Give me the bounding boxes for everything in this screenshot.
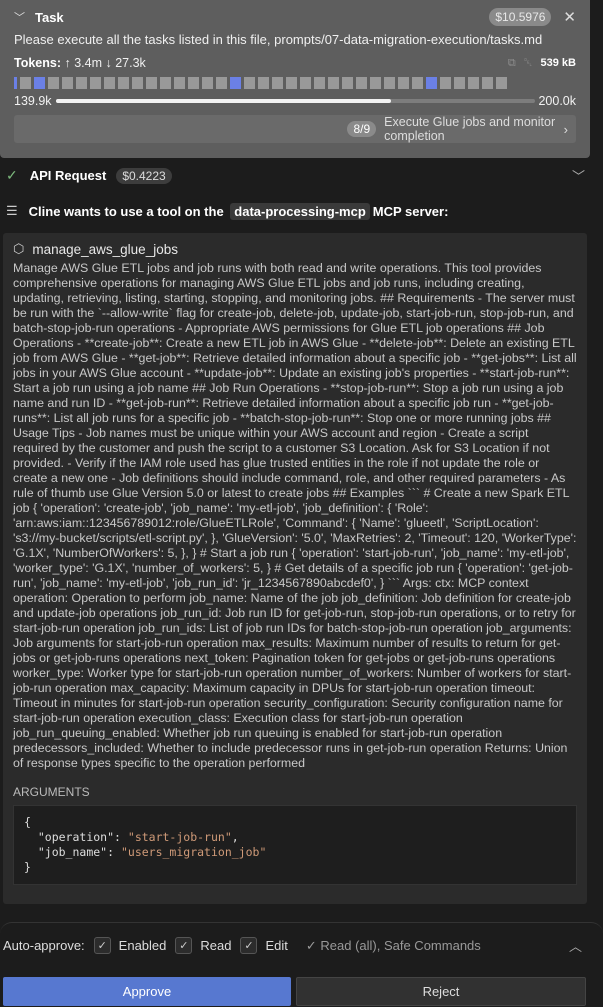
context-segment — [398, 77, 409, 89]
context-segment — [384, 77, 395, 89]
context-bar — [55, 99, 536, 103]
context-segment — [440, 77, 451, 89]
context-segment — [160, 77, 171, 89]
code-brace: { — [24, 815, 31, 829]
subtask-progress[interactable]: 8/9 Execute Glue jobs and monitor comple… — [14, 115, 576, 143]
context-segment — [272, 77, 283, 89]
api-request-row[interactable]: ✓ API Request $0.4223 ﹀ — [6, 166, 585, 185]
mcp-prefix: Cline wants to use a tool on the — [28, 203, 224, 219]
chevron-down-icon[interactable]: ﹀ — [14, 9, 25, 25]
mcp-suffix: MCP server: — [372, 203, 449, 219]
task-title: Task — [35, 9, 64, 25]
tokens-row: Tokens: ↑ 3.4m ↓ 27.3k ⧉ ␡ 539 kB — [14, 56, 576, 70]
task-panel: ﹀ Task $10.5976 ✕ Please execute all the… — [0, 0, 590, 158]
code-value: "start-job-run" — [127, 830, 232, 844]
context-segment — [174, 77, 185, 89]
auto-approve-label: Auto-approve: — [3, 938, 85, 953]
context-segment — [188, 77, 199, 89]
tool-name: manage_aws_glue_jobs — [32, 241, 178, 257]
mcp-header: ☰ Cline wants to use a tool on the data-… — [6, 202, 449, 220]
context-segment — [118, 77, 129, 89]
check-icon: ✓ — [6, 167, 18, 183]
trash-icon[interactable]: ␡ — [524, 57, 533, 70]
context-segment — [14, 77, 17, 89]
subtask-count: 8/9 — [347, 121, 377, 137]
context-segment — [230, 77, 241, 89]
context-segment — [412, 77, 423, 89]
context-segment — [104, 77, 115, 89]
checkbox-read[interactable]: ✓ — [175, 937, 193, 954]
subtask-label: Execute Glue jobs and monitor completion — [384, 115, 556, 143]
auto-approve-summary: ✓ Read (all), Safe Commands — [305, 937, 481, 953]
task-text: Please execute all the tasks listed in t… — [14, 32, 543, 47]
context-segment — [62, 77, 73, 89]
tool-card: ⬡ manage_aws_glue_jobs Manage AWS Glue E… — [3, 233, 587, 904]
checkbox-label: Read — [200, 938, 232, 953]
context-segment — [482, 77, 493, 89]
code-key: "job_name" — [37, 845, 108, 859]
chevron-up-icon[interactable]: ︿ — [569, 936, 582, 955]
arguments-code: { "operation": "start-job-run", "job_nam… — [13, 805, 577, 885]
chevron-down-icon[interactable]: ﹀ — [572, 166, 585, 185]
task-size: 539 kB — [540, 57, 576, 69]
context-segment — [286, 77, 297, 89]
context-segment — [496, 77, 507, 89]
context-segment — [90, 77, 101, 89]
context-segment — [132, 77, 143, 89]
checkbox-label: Edit — [265, 938, 288, 953]
code-brace: } — [24, 860, 31, 874]
mcp-server-name: data-processing-mcp — [230, 202, 370, 220]
arguments-label: ARGUMENTS — [13, 785, 90, 799]
context-bar-fill — [55, 99, 392, 103]
checkbox-label: Enabled — [118, 938, 167, 953]
context-segment — [20, 77, 31, 89]
close-icon[interactable]: ✕ — [563, 8, 576, 26]
context-segment — [356, 77, 367, 89]
context-segment — [314, 77, 325, 89]
code-value: "users_migration_job" — [120, 845, 267, 859]
context-segment — [216, 77, 227, 89]
context-segment — [342, 77, 353, 89]
context-max: 200.0k — [538, 94, 576, 108]
code-key: "operation" — [37, 830, 115, 844]
tokens-up: ↑ 3.4m — [64, 56, 102, 70]
chevron-right-icon: › — [563, 121, 568, 137]
context-segment — [244, 77, 255, 89]
copy-icon[interactable]: ⧉ — [508, 57, 516, 70]
context-segment — [202, 77, 213, 89]
context-segment — [426, 77, 437, 89]
auto-approve-bar: Auto-approve: ✓ Enabled ✓ Read ✓ Edit ✓ Rea… — [0, 922, 603, 968]
checkbox-edit[interactable]: ✓ — [240, 937, 258, 954]
context-segment — [258, 77, 269, 89]
context-segment — [328, 77, 339, 89]
approve-button[interactable]: Approve — [3, 977, 291, 1006]
cube-icon: ⬡ — [13, 241, 25, 256]
tool-description: Manage AWS Glue ETL jobs and job runs wi… — [13, 261, 577, 770]
context-segment — [300, 77, 311, 89]
checkbox-enabled[interactable]: ✓ — [93, 937, 111, 954]
task-cost-badge: $10.5976 — [489, 8, 552, 26]
context-segments — [14, 77, 576, 89]
api-request-title: API Request — [29, 168, 107, 183]
context-segment — [370, 77, 381, 89]
context-segment — [454, 77, 465, 89]
context-segment — [48, 77, 59, 89]
tokens-down: ↓ 27.3k — [105, 56, 146, 70]
context-segment — [146, 77, 157, 89]
context-segment — [34, 77, 45, 89]
context-segment — [468, 77, 479, 89]
api-cost-badge: $0.4223 — [116, 167, 172, 184]
tokens-label: Tokens: — [14, 56, 61, 70]
server-icon: ☰ — [6, 203, 18, 218]
context-segment — [76, 77, 87, 89]
reject-button[interactable]: Reject — [296, 977, 586, 1006]
context-used: 139.9k — [14, 94, 52, 108]
